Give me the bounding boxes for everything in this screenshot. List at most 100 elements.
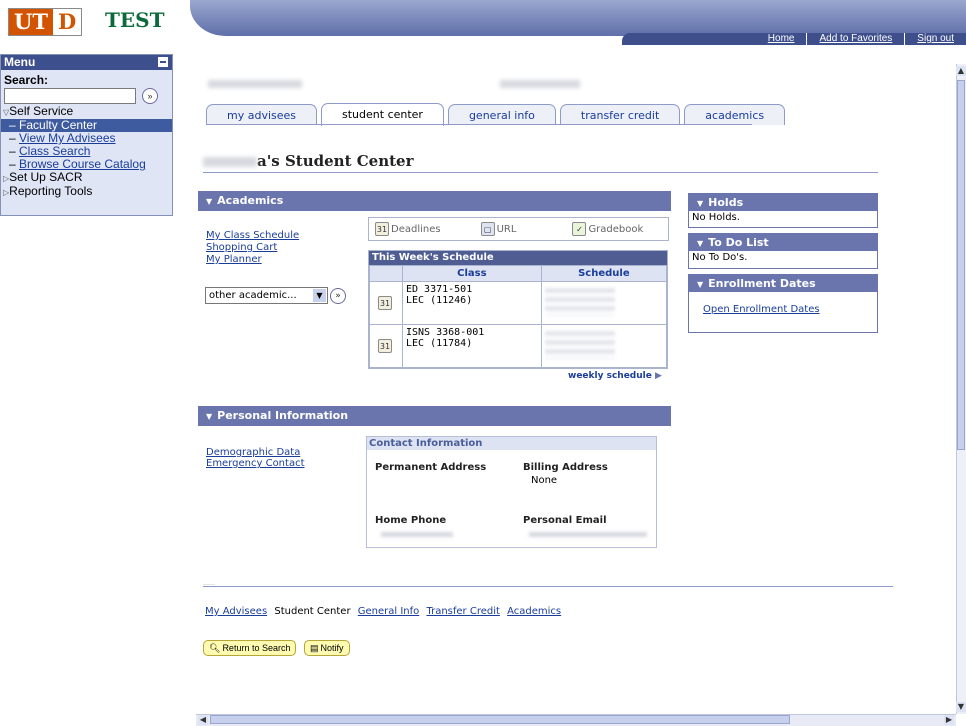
tab-student-center[interactable]: student center <box>321 103 444 126</box>
class-detail-cell: 31 <box>369 281 403 325</box>
footer-academics-link[interactable]: Academics <box>507 606 561 617</box>
deadlines-icon: 31 <box>375 222 389 236</box>
class-search-link[interactable]: Class Search <box>19 144 90 158</box>
vertical-scroll-thumb[interactable] <box>957 80 965 450</box>
magnifier-icon: 🔍︎ <box>209 643 221 653</box>
footer-transfer-credit-link[interactable]: Transfer Credit <box>426 606 499 617</box>
class-detail-cell: 31 <box>369 324 403 368</box>
url-label: URL <box>496 223 517 235</box>
top-banner <box>190 0 966 36</box>
deadlines-button[interactable]: 31 Deadlines <box>375 222 441 236</box>
academics-header-label: Academics <box>217 194 284 207</box>
faculty-center-label: Faculty Center <box>19 118 98 132</box>
holds-header[interactable]: ▼ Holds <box>689 194 877 211</box>
notify-button[interactable]: ▤ Notify <box>304 640 350 656</box>
billing-address-value: None <box>531 475 558 486</box>
personal-info-section-header[interactable]: ▼ Personal Information <box>198 406 671 426</box>
class-detail-icon[interactable]: 31 <box>378 296 392 310</box>
tab-my-advisees[interactable]: my advisees <box>206 104 318 125</box>
table-row: 31 ED 3371-501 LEC (11246) <box>369 281 668 325</box>
add-to-favorites-link[interactable]: Add to Favorites <box>806 33 904 45</box>
scroll-up-icon[interactable]: ▲ <box>956 66 966 76</box>
notify-label: Notify <box>320 643 344 653</box>
play-arrow-icon: ▶ <box>654 371 662 381</box>
class-code: ED 3371-501 <box>406 284 473 295</box>
tab-bar: my advisees student center general info … <box>206 103 789 126</box>
table-row: 31 ISNS 3368-001 LEC (11784) <box>369 324 668 368</box>
collapse-triangle-icon: ▼ <box>697 199 704 208</box>
home-phone-label: Home Phone <box>375 515 447 526</box>
horizontal-scroll-thumb[interactable] <box>210 715 790 724</box>
enrollment-header[interactable]: ▼ Enrollment Dates <box>689 275 877 292</box>
footer-nav: My Advisees Student Center General Info … <box>205 606 565 617</box>
academics-links: My Class Schedule Shopping Cart My Plann… <box>206 230 299 266</box>
demographic-data-link[interactable]: Demographic Data <box>206 447 305 458</box>
schedule-title: This Week's Schedule <box>369 251 667 265</box>
emergency-contact-link[interactable]: Emergency Contact <box>206 458 305 469</box>
holds-box: ▼ Holds No Holds. <box>688 193 878 228</box>
tab-general-info[interactable]: general info <box>447 104 556 125</box>
contact-information-box: Contact Information Permanent Address Bi… <box>366 436 657 548</box>
my-planner-link[interactable]: My Planner <box>206 254 299 266</box>
menu-self-service[interactable]: ▽Self Service <box>1 105 172 119</box>
other-academic-select[interactable]: other academic... ▼ <box>205 287 328 304</box>
collapse-triangle-icon: ▼ <box>697 280 704 289</box>
home-phone-redacted <box>381 532 453 537</box>
weekly-schedule-link[interactable]: weekly schedule ▶ <box>568 371 662 381</box>
deadlines-bar: 31 Deadlines ▢ URL ✓ Gradebook <box>368 217 669 241</box>
search-label: Search: <box>4 73 49 87</box>
utd-logo: UT D <box>8 8 83 36</box>
tab-transfer-credit[interactable]: transfer credit <box>559 104 681 125</box>
footer-general-info-link[interactable]: General Info <box>358 606 420 617</box>
class-cell: ISNS 3368-001 LEC (11784) <box>402 324 542 368</box>
other-academic-select-row: other academic... ▼ » <box>205 287 346 304</box>
home-link[interactable]: Home <box>756 33 807 45</box>
menu-header: Menu <box>1 55 172 70</box>
class-cell: ED 3371-501 LEC (11246) <box>402 281 542 325</box>
return-to-search-button[interactable]: 🔍︎ Return to Search <box>203 640 297 656</box>
footer-divider <box>203 586 893 587</box>
other-academic-selected: other academic... <box>209 290 297 301</box>
shopping-cart-link[interactable]: Shopping Cart <box>206 242 299 254</box>
view-my-advisees-link[interactable]: View My Advisees <box>19 131 116 145</box>
todo-box: ▼ To Do List No To Do's. <box>688 233 878 269</box>
holds-body: No Holds. <box>689 211 877 224</box>
schedule-redacted <box>544 288 615 316</box>
menu-search-input[interactable] <box>4 88 136 104</box>
tab-divider <box>206 124 752 125</box>
other-academic-go-button[interactable]: » <box>330 287 346 304</box>
academics-section-header[interactable]: ▼ Academics <box>198 191 671 211</box>
open-enrollment-dates-link[interactable]: Open Enrollment Dates <box>703 304 820 315</box>
title-divider <box>203 172 878 173</box>
scroll-right-icon[interactable]: ▶ <box>944 715 954 725</box>
left-menu: Menu Search: » ▽Self Service – Faculty C… <box>0 54 173 216</box>
url-button[interactable]: ▢ URL <box>480 222 517 236</box>
tab-academics[interactable]: academics <box>684 104 786 125</box>
schedule-cell <box>540 324 668 368</box>
collapse-triangle-icon: ▼ <box>206 412 213 421</box>
footer-student-center-current: Student Center <box>274 606 351 617</box>
todo-header[interactable]: ▼ To Do List <box>689 234 877 251</box>
scroll-left-icon[interactable]: ◀ <box>198 715 208 725</box>
header-links: Home Add to Favorites Sign out <box>622 33 966 45</box>
sign-out-link[interactable]: Sign out <box>904 33 966 45</box>
logo-ut: UT <box>9 9 53 35</box>
schedule-column-header: Schedule <box>540 265 668 282</box>
menu-set-up-sacr[interactable]: ▷Set Up SACR <box>1 171 172 185</box>
personal-email-redacted <box>529 532 647 537</box>
browse-course-catalog-link[interactable]: Browse Course Catalog <box>19 157 146 171</box>
weekly-schedule-table: This Week's Schedule Class Schedule 31 E… <box>368 250 668 369</box>
collapse-icon[interactable] <box>158 57 168 67</box>
deadlines-label: Deadlines <box>391 223 441 235</box>
personal-info-header-label: Personal Information <box>217 409 349 422</box>
menu-reporting-tools[interactable]: ▷Reporting Tools <box>1 185 172 199</box>
class-detail-icon[interactable]: 31 <box>378 339 392 353</box>
my-class-schedule-link[interactable]: My Class Schedule <box>206 230 299 242</box>
url-icon: ▢ <box>480 222 495 236</box>
class-section: LEC (11246) <box>406 295 473 306</box>
scroll-down-icon[interactable]: ▼ <box>956 702 966 712</box>
search-go-button[interactable]: » <box>142 88 158 104</box>
footer-my-advisees-link[interactable]: My Advisees <box>205 606 267 617</box>
gradebook-button[interactable]: ✓ Gradebook <box>572 222 643 236</box>
personal-email-label: Personal Email <box>523 515 607 526</box>
